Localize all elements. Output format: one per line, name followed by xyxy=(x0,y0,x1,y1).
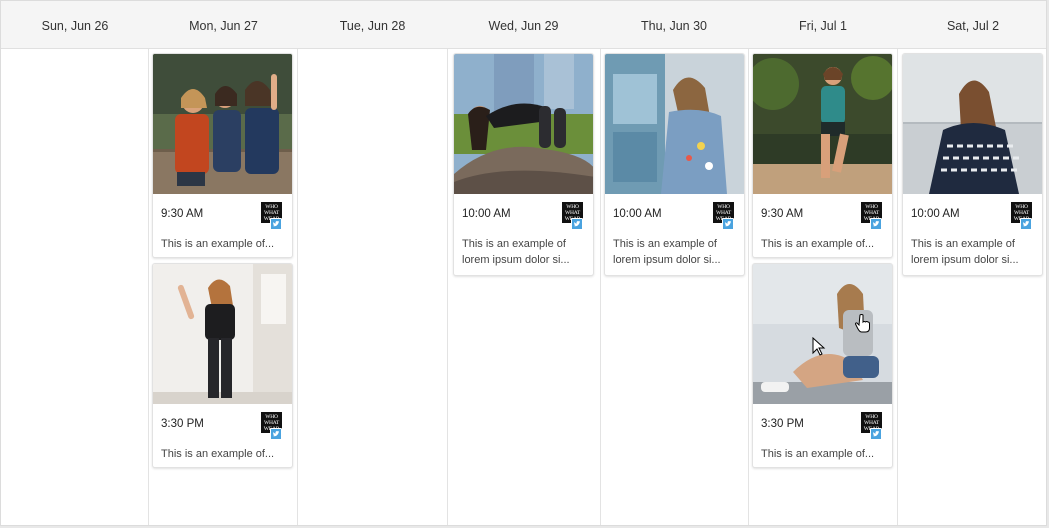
post-card-fri-930[interactable]: 9:30 AM WHO WHAT WEAR This is an example… xyxy=(752,53,893,258)
twitter-icon xyxy=(1020,218,1032,230)
post-meta: 10:00 AM WHO WHAT WEAR xyxy=(605,194,744,236)
post-thumbnail[interactable] xyxy=(454,54,593,194)
twitter-icon xyxy=(270,428,282,440)
day-header-sun: Sun, Jun 26 xyxy=(41,19,109,33)
post-caption: This is an example of... xyxy=(161,238,275,250)
column-divider xyxy=(297,49,298,525)
post-meta: 3:30 PM WHO WHAT WEAR xyxy=(753,404,892,446)
twitter-icon xyxy=(270,218,282,230)
post-caption: This is an example of lorem ipsum dolor … xyxy=(613,238,721,266)
weekly-calendar: Sun, Jun 26 Mon, Jun 27 Tue, Jun 28 Wed,… xyxy=(0,0,1047,526)
post-card-fri-330[interactable]: 3:30 PM WHO WHAT WEAR This is an example… xyxy=(752,263,893,468)
day-header-row: Sun, Jun 26 Mon, Jun 27 Tue, Jun 28 Wed,… xyxy=(1,1,1046,49)
column-divider xyxy=(148,49,149,525)
day-header-tue: Tue, Jun 28 xyxy=(339,19,406,33)
day-header-mon: Mon, Jun 27 xyxy=(189,19,258,33)
day-header-sat: Sat, Jul 2 xyxy=(946,19,1000,33)
post-meta: 3:30 PM WHO WHAT WEAR xyxy=(153,404,292,446)
post-thumbnail[interactable] xyxy=(903,54,1042,194)
twitter-icon xyxy=(571,218,583,230)
column-divider xyxy=(447,49,448,525)
post-caption: This is an example of lorem ipsum dolor … xyxy=(911,238,1019,266)
post-time: 9:30 AM xyxy=(161,208,204,220)
post-caption: This is an example of... xyxy=(161,448,275,460)
post-caption: This is an example of... xyxy=(761,448,875,460)
post-thumbnail[interactable] xyxy=(753,264,892,404)
post-meta: 9:30 AM WHO WHAT WEAR xyxy=(753,194,892,236)
day-header-thu: Thu, Jun 30 xyxy=(640,19,707,33)
post-time: 10:00 AM xyxy=(462,208,511,220)
column-divider xyxy=(600,49,601,525)
day-header-wed: Wed, Jun 29 xyxy=(488,19,559,33)
day-header-fri: Fri, Jul 1 xyxy=(799,19,847,33)
post-thumbnail[interactable] xyxy=(153,264,292,404)
post-thumbnail[interactable] xyxy=(605,54,744,194)
post-card-mon-330[interactable]: 3:30 PM WHO WHAT WEAR This is an example… xyxy=(152,263,293,468)
post-time: 10:00 AM xyxy=(911,208,960,220)
post-meta: 9:30 AM WHO WHAT WEAR xyxy=(153,194,292,236)
column-divider xyxy=(897,49,898,525)
post-card-thu-1000[interactable]: 10:00 AM WHO WHAT WEAR This is an exampl… xyxy=(604,53,745,276)
column-divider xyxy=(748,49,749,525)
post-card-wed-1000[interactable]: 10:00 AM WHO WHAT WEAR This is an exampl… xyxy=(453,53,594,276)
post-thumbnail[interactable] xyxy=(753,54,892,194)
twitter-icon xyxy=(870,428,882,440)
post-caption: This is an example of lorem ipsum dolor … xyxy=(462,238,570,266)
post-time: 3:30 PM xyxy=(161,418,204,430)
post-card-mon-930[interactable]: 9:30 AM WHO WHAT WEAR This is an example… xyxy=(152,53,293,258)
post-meta: 10:00 AM WHO WHAT WEAR xyxy=(903,194,1042,236)
twitter-icon xyxy=(870,218,882,230)
twitter-icon xyxy=(722,218,734,230)
post-thumbnail[interactable] xyxy=(153,54,292,194)
post-time: 3:30 PM xyxy=(761,418,804,430)
post-meta: 10:00 AM WHO WHAT WEAR xyxy=(454,194,593,236)
post-time: 9:30 AM xyxy=(761,208,804,220)
post-caption: This is an example of... xyxy=(761,238,875,250)
post-time: 10:00 AM xyxy=(613,208,662,220)
post-card-sat-1000[interactable]: 10:00 AM WHO WHAT WEAR This is an exampl… xyxy=(902,53,1043,276)
